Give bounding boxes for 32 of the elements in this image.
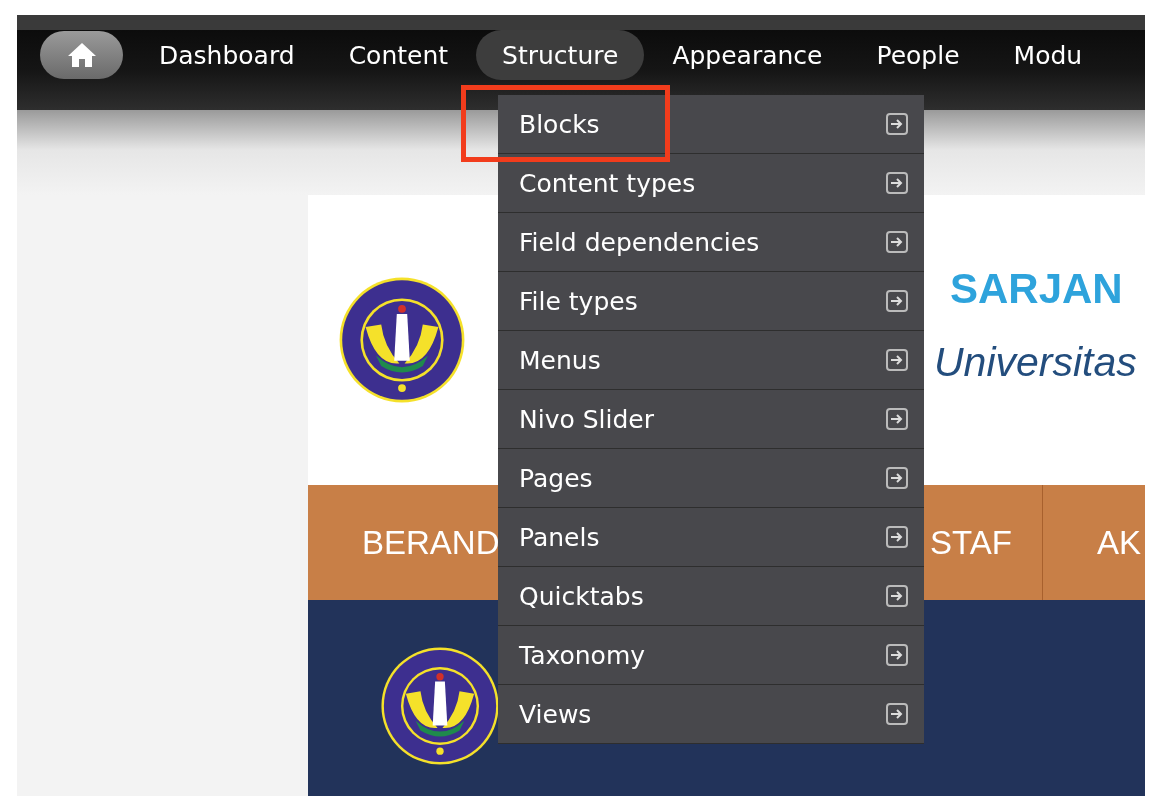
toolbar-tab[interactable]: Modu [987, 30, 1109, 80]
home-button[interactable] [40, 31, 123, 79]
menu-item[interactable]: Views [498, 685, 924, 744]
arrow-in-box-icon [886, 703, 908, 725]
toolbar-tab[interactable]: Content [322, 30, 475, 80]
arrow-in-box-icon [886, 290, 908, 312]
home-icon [66, 42, 97, 68]
arrow-in-box-icon [886, 113, 908, 135]
toolbar-tab[interactable]: Appearance [646, 30, 849, 80]
arrow-in-box-icon [886, 172, 908, 194]
menu-item[interactable]: Pages [498, 449, 924, 508]
arrow-in-box-icon [886, 585, 908, 607]
toolbar-tab[interactable]: Dashboard [133, 30, 321, 80]
arrow-in-box-icon [886, 408, 908, 430]
menu-item[interactable]: Panels [498, 508, 924, 567]
site-title: SARJAN [950, 264, 1123, 313]
arrow-in-box-icon [886, 349, 908, 371]
arrow-in-box-icon [886, 467, 908, 489]
menu-item[interactable]: Field dependencies [498, 213, 924, 272]
toolbar-tab[interactable]: Structure [476, 30, 645, 80]
menu-item[interactable]: Content types [498, 154, 924, 213]
menu-item[interactable]: Blocks [498, 95, 924, 154]
menu-item[interactable]: Menus [498, 331, 924, 390]
arrow-in-box-icon [886, 526, 908, 548]
menu-item[interactable]: Nivo Slider [498, 390, 924, 449]
toolbar-tab[interactable]: People [850, 30, 986, 80]
site-subtitle: Universitas [934, 338, 1137, 386]
menu-item[interactable]: File types [498, 272, 924, 331]
menu-item[interactable]: Quicktabs [498, 567, 924, 626]
menu-item[interactable]: Taxonomy [498, 626, 924, 685]
arrow-in-box-icon [886, 644, 908, 666]
arrow-in-box-icon [886, 231, 908, 253]
